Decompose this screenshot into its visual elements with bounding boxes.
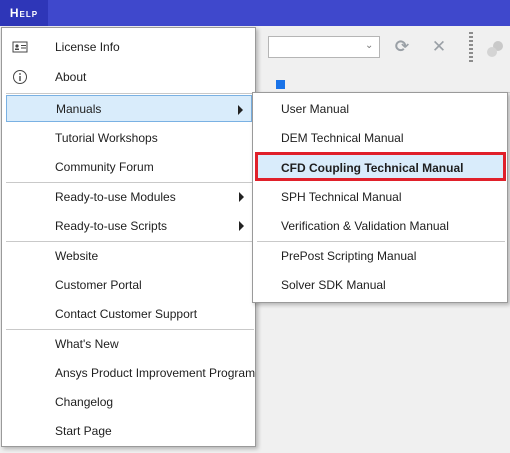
manuals-submenu: User Manual DEM Technical Manual CFD Cou… <box>252 92 508 303</box>
menu-item-community-forum[interactable]: Community Forum <box>6 153 252 180</box>
menu-item-about[interactable]: About <box>6 63 252 90</box>
menu-item-label: About <box>55 69 87 84</box>
menu-bar: Help <box>0 0 510 26</box>
menu-item-label: Contact Customer Support <box>55 306 198 321</box>
submenu-item-dem-technical-manual[interactable]: DEM Technical Manual <box>256 124 506 151</box>
menu-item-label: What's New <box>55 336 119 351</box>
submenu-item-user-manual[interactable]: User Manual <box>256 95 506 122</box>
menu-item-ready-to-use-modules[interactable]: Ready-to-use Modules <box>6 183 252 210</box>
submenu-item-solver-sdk-manual[interactable]: Solver SDK Manual <box>256 271 506 298</box>
menu-item-manuals[interactable]: Manuals <box>6 95 252 122</box>
chevron-right-icon <box>238 105 243 115</box>
submenu-item-label: SPH Technical Manual <box>281 189 402 204</box>
menu-item-label: Tutorial Workshops <box>55 130 158 145</box>
menu-item-label: Ansys Product Improvement Program <box>55 365 256 380</box>
submenu-item-label: Solver SDK Manual <box>281 277 386 292</box>
submenu-item-label: Verification & Validation Manual <box>281 218 449 233</box>
menu-item-label: Website <box>55 248 99 263</box>
submenu-item-prepost-scripting-manual[interactable]: PrePost Scripting Manual <box>256 242 506 269</box>
menu-item-whats-new[interactable]: What's New <box>6 330 252 357</box>
submenu-item-label: DEM Technical Manual <box>281 130 404 145</box>
menu-item-contact-support[interactable]: Contact Customer Support <box>6 300 252 327</box>
menu-item-label: Ready-to-use Scripts <box>55 218 168 233</box>
menu-separator <box>6 93 254 94</box>
submenu-item-sph-technical-manual[interactable]: SPH Technical Manual <box>256 183 506 210</box>
menu-item-label: Start Page <box>55 423 112 438</box>
toolbar-dropdown[interactable]: ⌄ <box>268 36 380 58</box>
menu-item-changelog[interactable]: Changelog <box>6 388 252 415</box>
license-card-icon <box>12 41 28 52</box>
menu-item-label: Ready-to-use Modules <box>55 189 176 204</box>
refresh-icon[interactable]: ⟳ <box>393 38 411 56</box>
info-icon <box>13 69 27 84</box>
help-menu: License Info About Manuals Tutorial Work… <box>1 27 256 447</box>
menu-item-label: Community Forum <box>55 159 154 174</box>
help-menu-button[interactable]: Help <box>0 0 48 26</box>
menu-item-tutorial-workshops[interactable]: Tutorial Workshops <box>6 124 252 151</box>
chevron-down-icon: ⌄ <box>365 40 374 51</box>
chevron-right-icon <box>239 192 244 202</box>
submenu-item-verification-validation-manual[interactable]: Verification & Validation Manual <box>256 212 506 239</box>
close-icon[interactable]: ✕ <box>430 38 448 56</box>
submenu-item-label: User Manual <box>281 101 350 116</box>
menu-item-label: Customer Portal <box>55 277 142 292</box>
menu-item-label: License Info <box>55 39 120 54</box>
menu-item-start-page[interactable]: Start Page <box>6 417 252 444</box>
view-marker <box>276 80 285 89</box>
chevron-right-icon <box>239 221 244 231</box>
menu-item-improvement-program[interactable]: Ansys Product Improvement Program <box>6 359 256 386</box>
menu-item-label: Changelog <box>55 394 114 409</box>
toolbar-grip[interactable] <box>469 32 473 62</box>
menu-item-license-info[interactable]: License Info <box>6 33 252 60</box>
submenu-item-label: PrePost Scripting Manual <box>281 248 417 263</box>
highlight-outline <box>255 152 506 181</box>
menu-item-label: Manuals <box>56 101 102 116</box>
hand-icon[interactable] <box>484 38 506 60</box>
menu-item-ready-to-use-scripts[interactable]: Ready-to-use Scripts <box>6 212 252 239</box>
menu-item-website[interactable]: Website <box>6 242 252 269</box>
menu-item-customer-portal[interactable]: Customer Portal <box>6 271 252 298</box>
